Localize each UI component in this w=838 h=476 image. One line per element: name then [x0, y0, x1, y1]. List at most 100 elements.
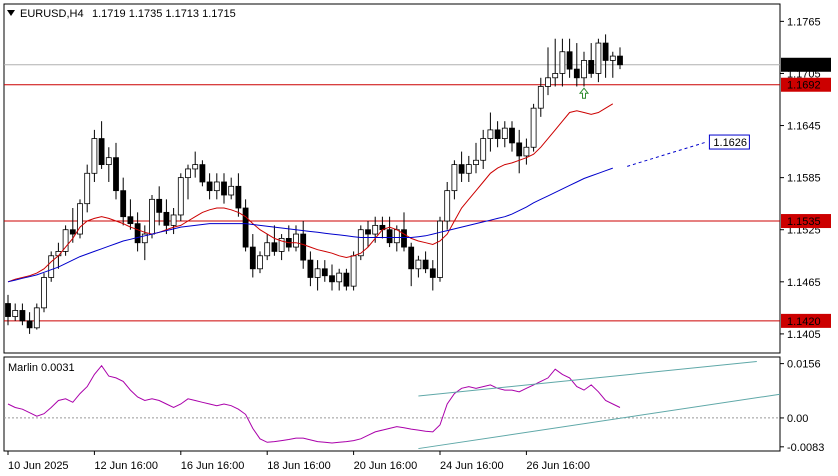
- candle-body: [617, 55, 623, 66]
- candle-body: [329, 275, 335, 283]
- chart: EURUSD,H4 1.1719 1.1735 1.1713 1.1715 Ma…: [3, 3, 831, 472]
- candle-body: [307, 259, 314, 278]
- candle-body: [134, 223, 141, 244]
- level-label: 1.1420: [787, 316, 821, 328]
- candle-body: [177, 177, 184, 216]
- candle-body: [127, 216, 134, 225]
- candle-body: [149, 198, 155, 235]
- y-tick-label: 1.1465: [787, 277, 821, 289]
- candle-body: [192, 164, 199, 170]
- candle-body: [552, 73, 559, 79]
- candle-body: [228, 185, 235, 196]
- candle-body: [458, 164, 465, 174]
- candle-body: [26, 320, 33, 329]
- candle-body: [429, 268, 436, 278]
- candle-body: [170, 214, 177, 226]
- candle-body: [559, 51, 566, 74]
- candle-body: [264, 242, 271, 257]
- candle-body: [206, 181, 213, 192]
- y-tick-label: 1.1765: [787, 16, 821, 28]
- candle-body: [343, 272, 350, 287]
- candle-body: [336, 272, 343, 283]
- candle: [437, 216, 443, 282]
- x-tick-label: 26 Jun 16:00: [526, 460, 590, 472]
- candle-body: [105, 157, 112, 166]
- x-tick-label: 12 Jun 16:00: [94, 460, 158, 472]
- y-tick-label: 1.1405: [787, 329, 821, 341]
- candle-body: [235, 185, 242, 209]
- candle-body: [19, 310, 26, 322]
- candle: [62, 225, 69, 256]
- candle-body: [12, 310, 19, 317]
- candle-body: [595, 42, 602, 74]
- candle-body: [602, 42, 609, 61]
- x-tick-label: 10 Jun 2025: [8, 460, 69, 472]
- candle-body: [185, 168, 191, 179]
- candle-body: [581, 60, 587, 79]
- candle-body: [199, 164, 206, 183]
- candle: [48, 251, 55, 282]
- candle-body: [372, 224, 379, 235]
- candle-body: [249, 246, 256, 270]
- candle-body: [444, 190, 451, 222]
- candle-body: [588, 60, 595, 74]
- candle-body: [451, 164, 458, 192]
- osc-tick-label: -0.0083: [787, 442, 824, 454]
- candle-body: [271, 242, 278, 252]
- candle-body: [365, 229, 371, 235]
- candle-body: [415, 259, 422, 270]
- candle-body: [516, 142, 523, 157]
- candle-body: [465, 164, 472, 174]
- candle-body: [84, 172, 91, 205]
- level-label: 1.1535: [787, 216, 821, 228]
- osc-tick-label: 0.00: [787, 413, 808, 425]
- candle-body: [221, 181, 227, 196]
- candle: [41, 273, 47, 313]
- candle-body: [62, 229, 69, 252]
- candle-body: [386, 229, 393, 244]
- candle-body: [566, 51, 573, 70]
- candle-body: [480, 138, 487, 161]
- candle: [149, 194, 155, 239]
- candle-body: [473, 159, 479, 166]
- candle-body: [113, 157, 119, 192]
- candle-body: [487, 129, 494, 139]
- candle: [177, 173, 184, 222]
- ohlc-values: 1.1719 1.1735 1.1713 1.1715: [92, 8, 236, 20]
- candle: [357, 225, 364, 261]
- symbol-timeframe: EURUSD,H4: [20, 8, 84, 20]
- candle-body: [314, 268, 321, 278]
- candle-body: [523, 146, 530, 157]
- candle-body: [48, 255, 55, 278]
- candle-body: [545, 77, 551, 87]
- candle-body: [41, 277, 47, 309]
- candle-body: [300, 233, 307, 261]
- candle-body: [530, 107, 537, 148]
- candle-body: [156, 198, 163, 213]
- candle-body: [408, 246, 415, 270]
- y-tick-label: 1.1585: [787, 173, 821, 185]
- candle-body: [242, 207, 249, 248]
- candle-body: [422, 259, 429, 270]
- candle-body: [33, 307, 40, 329]
- candle-body: [350, 255, 357, 287]
- candle-body: [163, 211, 170, 226]
- x-tick-label: 18 Jun 16:00: [267, 460, 331, 472]
- price-label: 1.1715: [787, 60, 821, 72]
- candle-body: [494, 129, 501, 139]
- candle-body: [5, 303, 11, 317]
- x-tick-label: 24 Jun 16:00: [440, 460, 504, 472]
- main-pane-frame: [3, 3, 781, 354]
- candle-body: [91, 138, 98, 174]
- candle-body: [120, 190, 127, 218]
- candle-body: [573, 68, 580, 79]
- x-tick-label: 16 Jun 16:00: [181, 460, 245, 472]
- candle-body: [401, 229, 407, 248]
- candle-body: [501, 127, 508, 139]
- candle-body: [393, 229, 400, 244]
- candle-body: [293, 233, 299, 248]
- level-label: 1.1692: [787, 80, 821, 92]
- osc-tick-label: 0.0156: [787, 359, 821, 371]
- candle-body: [98, 138, 105, 166]
- candle-body: [437, 220, 443, 278]
